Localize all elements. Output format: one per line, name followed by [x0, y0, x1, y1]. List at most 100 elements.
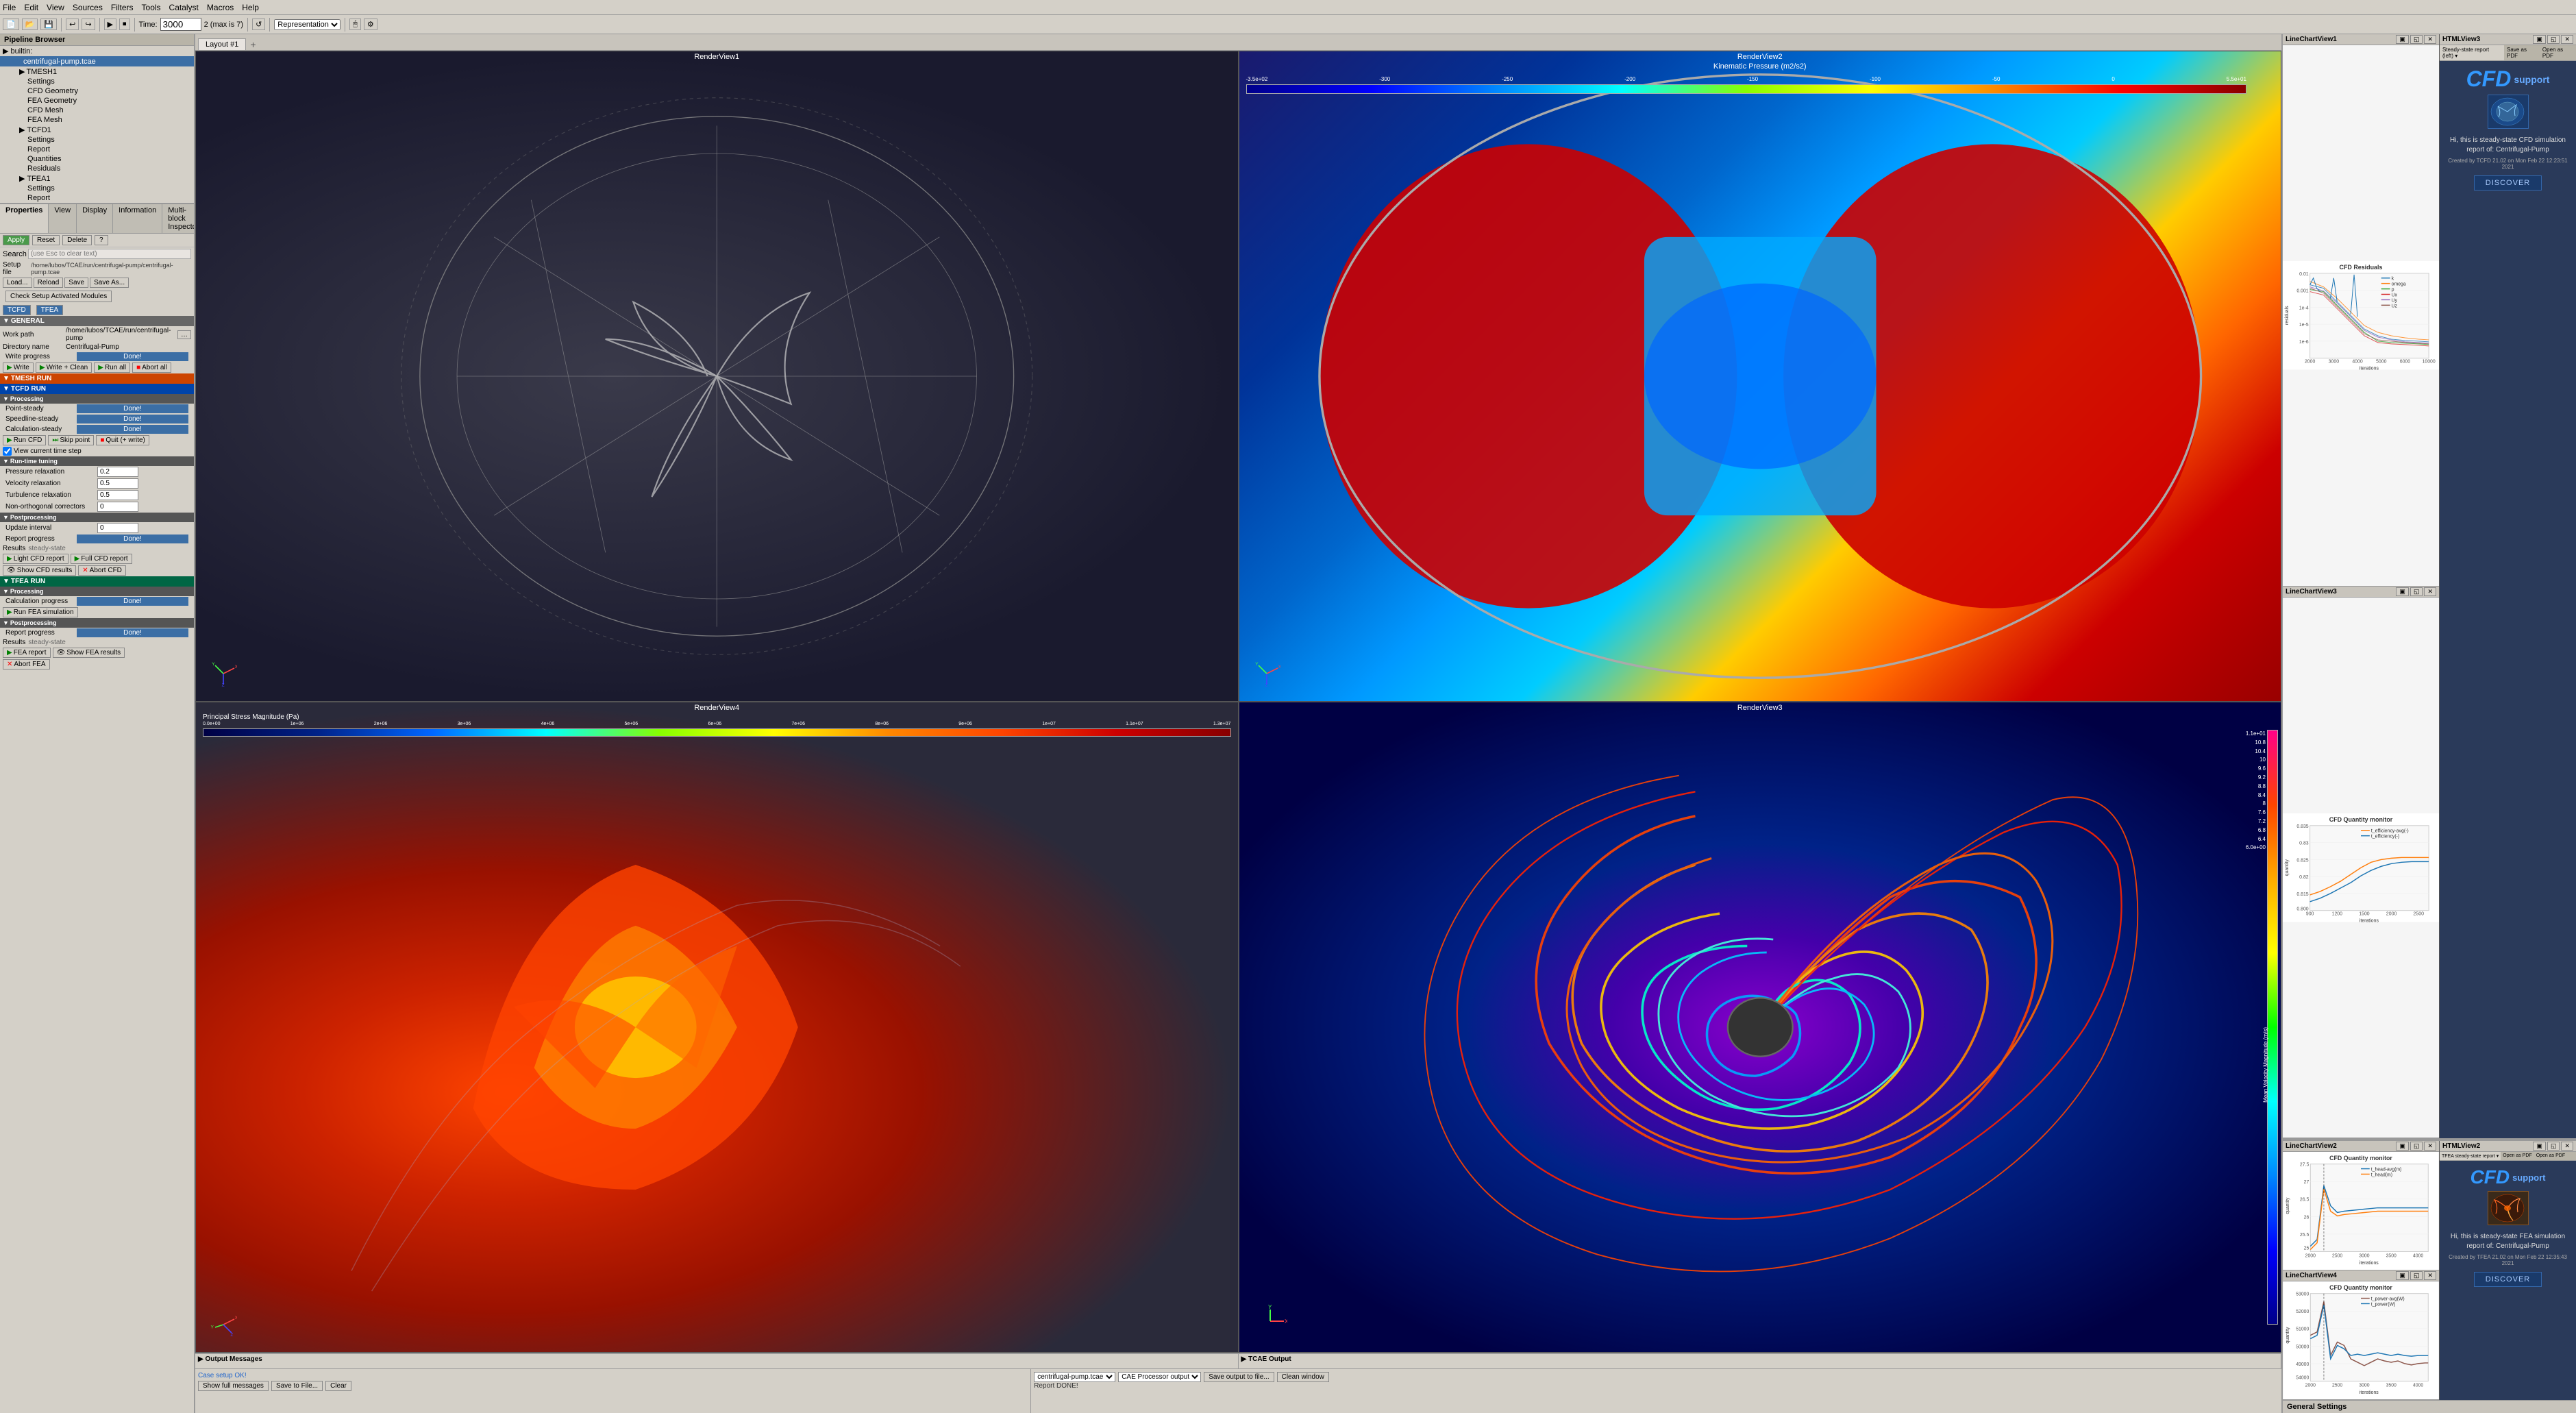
- html2-tab3[interactable]: Open as PDF: [2534, 1152, 2567, 1160]
- run-all-btn[interactable]: ▶Run all: [94, 363, 130, 373]
- tree-cfd-mesh[interactable]: CFD Mesh: [0, 106, 194, 115]
- menu-view[interactable]: View: [47, 3, 64, 12]
- general-settings-bar[interactable]: General Settings: [2283, 1400, 2576, 1413]
- html3-tab2[interactable]: Save as PDF: [2504, 45, 2540, 60]
- tab-add-btn[interactable]: +: [247, 39, 258, 50]
- html2-btn1[interactable]: ▣: [2533, 1142, 2546, 1151]
- menu-edit[interactable]: Edit: [24, 3, 38, 12]
- chart4-btn2[interactable]: ◱: [2410, 1271, 2423, 1280]
- fea-processing-bar[interactable]: ▼Processing: [0, 587, 194, 596]
- tab-information[interactable]: Information: [113, 204, 162, 233]
- viewport4[interactable]: RenderView3 1.1e+0110.810.4109.69.28.88.…: [1239, 702, 2282, 1353]
- show-full-messages-btn[interactable]: Show full messages: [198, 1381, 269, 1391]
- toolbar-interact-btn[interactable]: 🖱: [349, 19, 361, 30]
- light-cfd-btn[interactable]: ▶Light CFD report: [3, 554, 69, 564]
- menu-sources[interactable]: Sources: [73, 3, 103, 12]
- tfea-section-bar[interactable]: ▼ TFEA RUN: [0, 576, 194, 587]
- toolbar-settings-btn[interactable]: ⚙: [364, 19, 377, 30]
- module-tfea[interactable]: TFEA: [36, 305, 64, 315]
- workpath-btn[interactable]: …: [177, 330, 191, 339]
- show-cfd-btn[interactable]: 👁Show CFD results: [3, 565, 76, 576]
- chart3-btn1[interactable]: ▣: [2396, 587, 2409, 596]
- chart3-btn2[interactable]: ◱: [2410, 587, 2423, 596]
- run-fea-btn[interactable]: ▶Run FEA simulation: [3, 607, 78, 617]
- pressure-relax-input[interactable]: [97, 467, 138, 477]
- module-tcfd[interactable]: TCFD: [3, 305, 31, 315]
- turbulence-relax-input[interactable]: [97, 490, 138, 500]
- abort-all-btn[interactable]: ■Abort all: [132, 363, 171, 373]
- tree-tcfd1[interactable]: ▶ TCFD1: [0, 125, 194, 135]
- save-to-file-btn[interactable]: Save to File...: [271, 1381, 323, 1391]
- tree-tcfd-quantities[interactable]: Quantities: [0, 154, 194, 164]
- show-fea-btn[interactable]: 👁Show FEA results: [53, 648, 125, 658]
- html2-discover-btn[interactable]: DISCOVER: [2474, 1272, 2542, 1287]
- menu-catalyst[interactable]: Catalyst: [169, 3, 199, 12]
- html2-btn2[interactable]: ◱: [2547, 1142, 2560, 1151]
- postproc-bar[interactable]: ▼Postprocessing: [0, 513, 194, 522]
- run-cfd-btn[interactable]: ▶Run CFD: [3, 435, 46, 445]
- chart2-btn3[interactable]: ✕: [2424, 1142, 2436, 1151]
- processing-bar[interactable]: ▼Processing: [0, 394, 194, 404]
- tree-cfd-geo[interactable]: CFD Geometry: [0, 86, 194, 96]
- tree-centrifugal[interactable]: 👁 centrifugal-pump.tcae: [0, 56, 194, 66]
- menu-help[interactable]: Help: [242, 3, 259, 12]
- write-btn[interactable]: ▶Write: [3, 363, 34, 373]
- toolbar-undo-btn[interactable]: ↩: [66, 19, 79, 30]
- tcae-file-select[interactable]: centrifugal-pump.tcae: [1034, 1372, 1115, 1382]
- clean-window-btn[interactable]: Clean window: [1277, 1372, 1329, 1382]
- fea-postproc-bar[interactable]: ▼Postprocessing: [0, 618, 194, 628]
- toolbar-reset-btn[interactable]: ↺: [252, 19, 265, 30]
- apply-btn[interactable]: Apply: [3, 235, 29, 245]
- search-input[interactable]: [28, 249, 191, 259]
- tree-cfd-geom[interactable]: Settings: [0, 77, 194, 86]
- tree-fea-mesh[interactable]: FEA Mesh: [0, 115, 194, 125]
- chart4-btn1[interactable]: ▣: [2396, 1271, 2409, 1280]
- fea-report-btn[interactable]: ▶FEA report: [3, 648, 51, 658]
- save-output-btn[interactable]: Save output to file...: [1204, 1372, 1274, 1382]
- time-input[interactable]: [160, 18, 201, 31]
- toolbar-stop-btn[interactable]: ⏹: [119, 19, 130, 30]
- tab-view[interactable]: View: [49, 204, 77, 233]
- tree-tfea-settings[interactable]: Settings: [0, 184, 194, 193]
- tree-tcfd-report[interactable]: Report: [0, 145, 194, 154]
- tmesh-section-bar[interactable]: ▼ TMESH RUN: [0, 373, 194, 384]
- menu-file[interactable]: File: [3, 3, 16, 12]
- tcae-processor-select[interactable]: CAE Processor output: [1118, 1372, 1201, 1382]
- tree-tfea1[interactable]: ▶ TFEA1: [0, 173, 194, 184]
- chart2-btn1[interactable]: ▣: [2396, 1142, 2409, 1151]
- menu-filters[interactable]: Filters: [111, 3, 134, 12]
- chart2-btn2[interactable]: ◱: [2410, 1142, 2423, 1151]
- menu-macros[interactable]: Macros: [207, 3, 234, 12]
- skip-point-btn[interactable]: ⏭Skip point: [48, 435, 94, 445]
- tab-display[interactable]: Display: [77, 204, 113, 233]
- update-interval-input[interactable]: [97, 523, 138, 533]
- load-btn[interactable]: Load...: [3, 278, 32, 288]
- case-setup-link[interactable]: Case setup OK!: [198, 1372, 247, 1379]
- tab-multiblock[interactable]: Multi-block Inspector: [162, 204, 194, 233]
- tree-tcfd-residuals[interactable]: Residuals: [0, 164, 194, 173]
- html2-btn3[interactable]: ✕: [2561, 1142, 2573, 1151]
- clear-btn[interactable]: Clear: [325, 1381, 351, 1391]
- html2-tab2[interactable]: Open as PDF: [2501, 1152, 2534, 1160]
- tree-tmesh1[interactable]: ▶ TMESH1: [0, 66, 194, 77]
- html3-tab3[interactable]: Open as PDF: [2540, 45, 2576, 60]
- delete-btn[interactable]: Delete: [62, 235, 92, 245]
- viewport3[interactable]: RenderView4 Principal Stress Magnitude (…: [195, 702, 1239, 1353]
- chart3-btn3[interactable]: ✕: [2424, 587, 2436, 596]
- html3-btn3[interactable]: ✕: [2561, 35, 2573, 44]
- reset-btn[interactable]: Reset: [32, 235, 60, 245]
- toolbar-new-btn[interactable]: 📄: [3, 19, 19, 30]
- save-btn[interactable]: Save: [64, 278, 88, 288]
- view-time-check[interactable]: [3, 447, 12, 456]
- toolbar-play-btn[interactable]: ▶: [104, 19, 116, 30]
- viewport2[interactable]: RenderView2 Kinematic Pressure (m2/s2) -…: [1239, 51, 2282, 702]
- toolbar-open-btn[interactable]: 📂: [22, 19, 38, 30]
- check-modules-btn[interactable]: Check Setup Activated Modules: [5, 291, 112, 302]
- html3-btn2[interactable]: ◱: [2547, 35, 2560, 44]
- quit-write-btn[interactable]: ■Quit (+ write): [96, 435, 149, 445]
- save-as-btn[interactable]: Save As...: [90, 278, 129, 288]
- abort-cfd-btn[interactable]: ✕Abort CFD: [78, 565, 126, 576]
- toolbar-redo-btn[interactable]: ↪: [82, 19, 95, 30]
- write-clean-btn[interactable]: ▶Write + Clean: [36, 363, 92, 373]
- abort-fea-btn[interactable]: ✕Abort FEA: [3, 659, 50, 669]
